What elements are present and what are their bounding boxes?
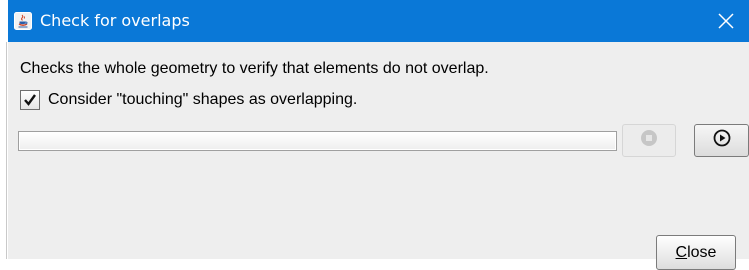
background-window-border: [6, 42, 7, 259]
close-button-label: lose: [687, 244, 717, 261]
stop-icon: [640, 129, 658, 152]
close-icon[interactable]: [703, 0, 749, 42]
window-title: Check for overlaps: [40, 11, 190, 30]
checkmark-icon: [24, 94, 36, 106]
play-icon: [713, 129, 731, 152]
progress-bar: [18, 131, 617, 151]
title-bar[interactable]: Check for overlaps: [8, 0, 749, 42]
java-cup-icon: [14, 12, 32, 30]
dialog-description: Checks the whole geometry to verify that…: [20, 60, 489, 77]
close-button-mnemonic: C: [675, 244, 688, 261]
close-button[interactable]: Close: [656, 235, 736, 270]
touching-checkbox-label[interactable]: Consider "touching" shapes as overlappin…: [48, 90, 357, 110]
run-button[interactable]: [694, 124, 749, 157]
touching-checkbox[interactable]: [20, 90, 40, 110]
stop-button[interactable]: [622, 124, 676, 157]
check-overlaps-dialog: Check for overlaps Checks the whole geom…: [8, 0, 749, 270]
progress-track: [20, 133, 615, 149]
touching-option: Consider "touching" shapes as overlappin…: [20, 89, 357, 111]
